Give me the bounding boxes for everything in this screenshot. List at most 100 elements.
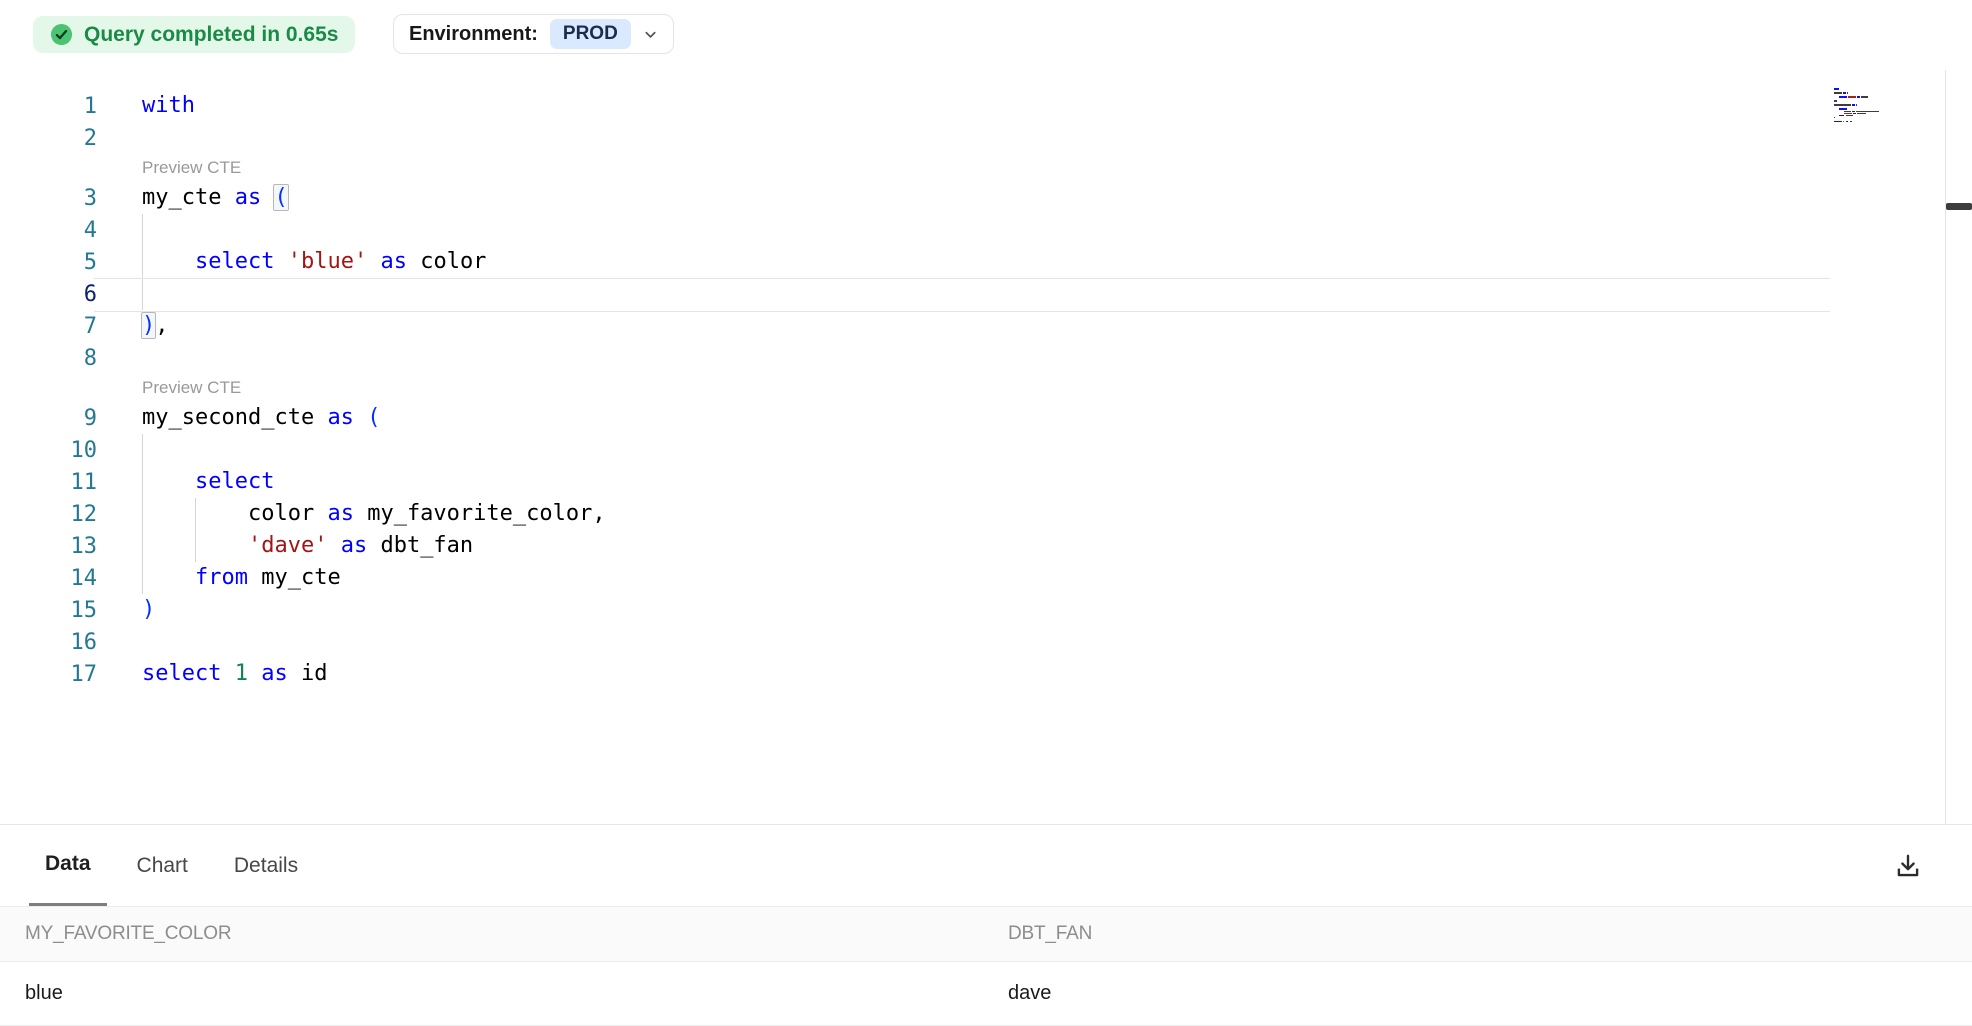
column-header: DBT_FAN	[1008, 923, 1972, 945]
code-token: as	[235, 185, 262, 210]
minimap-token	[1848, 96, 1856, 98]
code-token	[142, 469, 195, 494]
indent-guide	[142, 498, 143, 530]
code-text	[142, 342, 1830, 374]
line-number: 15	[0, 598, 97, 623]
minimap-token	[1846, 115, 1854, 117]
chevron-down-icon	[643, 27, 658, 42]
line-number: 6	[0, 282, 97, 307]
code-line[interactable]: 8	[0, 342, 1830, 374]
minimap-token	[1834, 104, 1851, 106]
code-line[interactable]: 4	[0, 214, 1830, 246]
indent-guide	[142, 562, 143, 594]
code-text	[142, 122, 1830, 154]
code-text: my_second_cte as (	[142, 402, 1830, 434]
line-number: 8	[0, 346, 97, 371]
indent-guide	[142, 434, 143, 466]
code-token: my_cte	[142, 185, 221, 210]
code-text	[142, 434, 1830, 466]
line-number: 7	[0, 314, 97, 339]
query-status-badge: Query completed in 0.65s	[33, 16, 355, 53]
code-token: )	[142, 597, 155, 622]
code-line[interactable]: 11 select	[0, 466, 1830, 498]
code-token	[274, 249, 287, 274]
code-lines: 1with2Preview CTE3my_cte as (45 select '…	[0, 90, 1830, 690]
code-line[interactable]: 15)	[0, 594, 1830, 626]
code-token: as	[327, 501, 354, 526]
results-tabs: DataChartDetails	[0, 825, 1972, 906]
code-text: color as my_favorite_color,	[142, 498, 1830, 530]
code-line[interactable]: 1 with	[0, 90, 1830, 122]
code-line[interactable]: 3my_cte as (	[0, 182, 1830, 214]
right-panel-strip	[1945, 70, 1972, 824]
code-text: select	[142, 466, 1830, 498]
code-token	[327, 533, 340, 558]
minimap-token	[1835, 100, 1836, 102]
code-line[interactable]: 9 my_second_cte as (	[0, 402, 1830, 434]
code-text: select 'blue' as color	[142, 246, 1830, 278]
code-line[interactable]: 14 from my_cte	[0, 562, 1830, 594]
code-line[interactable]: 17select 1 as id	[0, 658, 1830, 690]
code-line[interactable]: 6	[0, 278, 1830, 310]
minimap-token	[1850, 121, 1853, 123]
code-token	[248, 661, 261, 686]
minimap-token	[1857, 113, 1866, 115]
code-token	[288, 661, 301, 686]
query-status-text: Query completed in 0.65s	[84, 23, 338, 47]
code-line[interactable]: 10	[0, 434, 1830, 466]
code-token	[367, 249, 380, 274]
code-text: with	[142, 90, 1830, 122]
code-token: )	[142, 313, 155, 338]
minimap-token	[1834, 117, 1835, 119]
download-results-button[interactable]	[1890, 825, 1926, 906]
code-line[interactable]: 7),	[0, 310, 1830, 342]
line-number: 1	[0, 94, 97, 119]
code-token	[142, 249, 195, 274]
code-text: ),	[142, 310, 1830, 342]
indent-guide	[142, 278, 143, 310]
tab-chart[interactable]: Chart	[121, 825, 204, 906]
indent-guide	[142, 214, 143, 246]
tab-details[interactable]: Details	[218, 825, 314, 906]
code-token: 'blue'	[288, 249, 367, 274]
top-bar: Query completed in 0.65s Environment: PR…	[0, 0, 1972, 70]
line-number: 16	[0, 630, 97, 655]
code-line[interactable]: 2	[0, 122, 1830, 154]
code-token	[221, 661, 234, 686]
line-number: 9	[0, 406, 97, 431]
minimap-token	[1834, 121, 1842, 123]
code-line[interactable]: 12 color as my_favorite_color,	[0, 498, 1830, 530]
line-number: 2	[0, 126, 97, 151]
minimap[interactable]	[1830, 88, 1945, 123]
check-circle-icon	[50, 23, 73, 46]
line-number: 3	[0, 186, 97, 211]
code-token: color	[248, 501, 314, 526]
preview-cte-lens[interactable]: Preview CTE	[0, 374, 1830, 402]
code-text	[142, 278, 1830, 310]
code-line[interactable]: 13 'dave' as dbt_fan	[0, 530, 1830, 562]
code-token: 1	[235, 661, 248, 686]
indent-guide	[142, 246, 143, 278]
preview-cte-lens[interactable]: Preview CTE	[0, 154, 1830, 182]
table-row: bluedave	[0, 962, 1972, 1026]
line-number: 17	[0, 662, 97, 687]
panel-resize-handle[interactable]	[1946, 203, 1972, 210]
code-token: as	[341, 533, 368, 558]
code-text	[142, 626, 1830, 658]
code-token: my_second_cte	[142, 405, 314, 430]
environment-selector[interactable]: Environment: PROD	[393, 14, 674, 54]
code-line[interactable]: 16	[0, 626, 1830, 658]
minimap-token	[1834, 92, 1842, 94]
sql-editor[interactable]: 1with2Preview CTE3my_cte as (45 select '…	[0, 70, 1945, 824]
line-number: 4	[0, 218, 97, 243]
code-token	[261, 185, 274, 210]
line-number: 13	[0, 534, 97, 559]
code-line[interactable]: 5 select 'blue' as color	[0, 246, 1830, 278]
results-panel: DataChartDetails MY_FAVORITE_COLORDBT_FA…	[0, 824, 1972, 1026]
code-token: id	[301, 661, 328, 686]
results-table-body: bluedave	[0, 962, 1972, 1026]
line-number: 14	[0, 566, 97, 591]
tab-data[interactable]: Data	[29, 825, 107, 906]
environment-label: Environment:	[409, 23, 538, 46]
minimap-token	[1856, 104, 1857, 106]
